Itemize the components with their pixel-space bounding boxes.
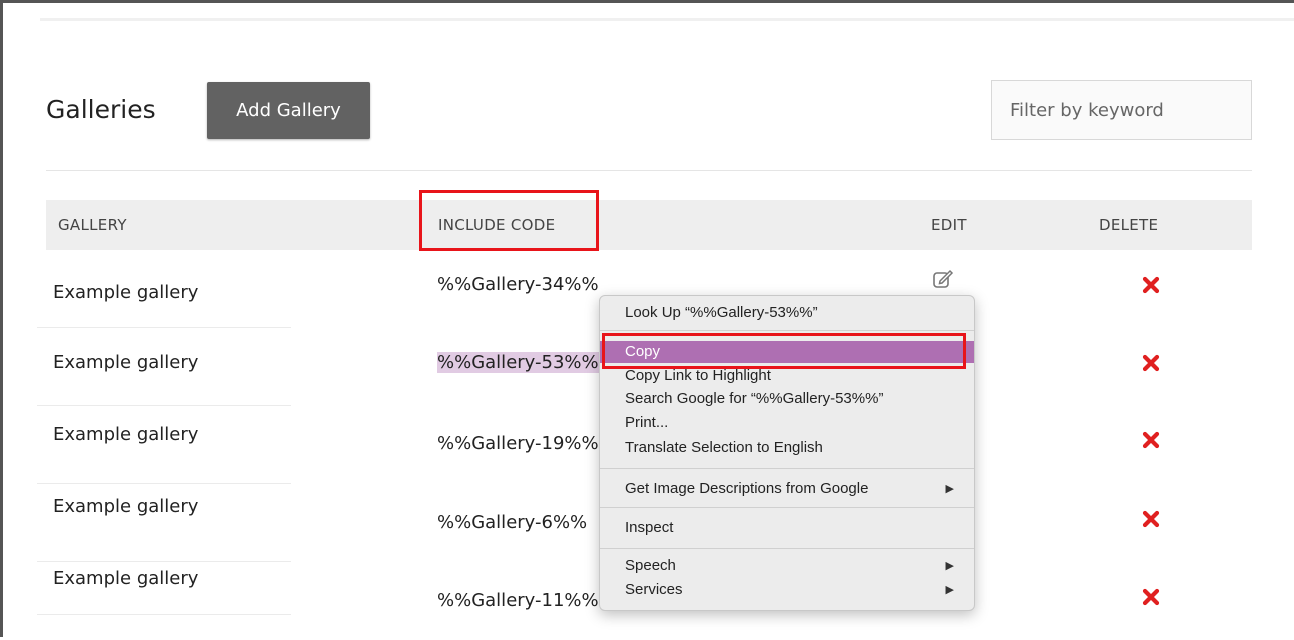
submenu-arrow-icon: ▶ xyxy=(945,560,954,572)
include-code-cell[interactable]: %%Gallery-11%% xyxy=(437,590,599,611)
menu-item-services[interactable]: Services ▶ xyxy=(600,580,974,600)
top-divider xyxy=(40,18,1294,21)
menu-separator xyxy=(600,330,974,331)
include-code-highlight-box xyxy=(419,190,599,251)
header-divider xyxy=(46,170,1252,171)
menu-separator xyxy=(600,507,974,508)
menu-item-label: Get Image Descriptions from Google xyxy=(625,480,869,497)
gallery-name: Example gallery xyxy=(53,282,199,303)
red-x-icon[interactable] xyxy=(1142,431,1160,449)
gallery-name: Example gallery xyxy=(53,568,199,589)
include-code-cell[interactable]: %%Gallery-34%% xyxy=(437,274,599,295)
include-code-cell-selected[interactable]: %%Gallery-53%% xyxy=(437,352,599,373)
menu-item-search-google[interactable]: Search Google for “%%Gallery-53%%” xyxy=(600,389,974,409)
red-x-icon[interactable] xyxy=(1142,276,1160,294)
menu-item-print[interactable]: Print... xyxy=(600,414,974,432)
gallery-name: Example gallery xyxy=(53,496,199,517)
menu-item-inspect[interactable]: Inspect xyxy=(600,517,974,539)
table-header: GALLERY INCLUDE CODE EDIT DELETE xyxy=(46,200,1252,250)
menu-item-translate-selection[interactable]: Translate Selection to English xyxy=(600,437,974,459)
include-code-cell[interactable]: %%Gallery-19%% xyxy=(437,433,599,454)
menu-separator xyxy=(600,548,974,549)
add-gallery-button[interactable]: Add Gallery xyxy=(207,82,370,139)
menu-item-look-up[interactable]: Look Up “%%Gallery-53%%” xyxy=(600,302,974,324)
menu-item-label: Speech xyxy=(625,557,676,574)
copy-highlight-box xyxy=(602,333,966,369)
filter-keyword-input[interactable] xyxy=(991,80,1252,140)
page-title: Galleries xyxy=(46,95,156,124)
red-x-icon[interactable] xyxy=(1142,588,1160,606)
submenu-arrow-icon: ▶ xyxy=(945,584,954,596)
red-x-icon[interactable] xyxy=(1142,354,1160,372)
column-header-gallery: GALLERY xyxy=(58,216,127,234)
column-header-delete: DELETE xyxy=(1099,216,1159,234)
include-code-cell[interactable]: %%Gallery-6%% xyxy=(437,512,587,533)
menu-item-copy-link-to-highlight[interactable]: Copy Link to Highlight xyxy=(600,366,974,386)
row-divider xyxy=(37,614,291,615)
menu-item-get-image-descriptions[interactable]: Get Image Descriptions from Google ▶ xyxy=(600,478,974,500)
gallery-name: Example gallery xyxy=(53,352,199,373)
red-x-icon[interactable] xyxy=(1142,510,1160,528)
menu-separator xyxy=(600,468,974,469)
menu-item-speech[interactable]: Speech ▶ xyxy=(600,556,974,576)
edit-pencil-icon[interactable] xyxy=(932,268,954,290)
menu-item-label: Services xyxy=(625,581,683,598)
column-header-edit: EDIT xyxy=(931,216,967,234)
submenu-arrow-icon: ▶ xyxy=(945,483,954,495)
gallery-name: Example gallery xyxy=(53,424,199,445)
